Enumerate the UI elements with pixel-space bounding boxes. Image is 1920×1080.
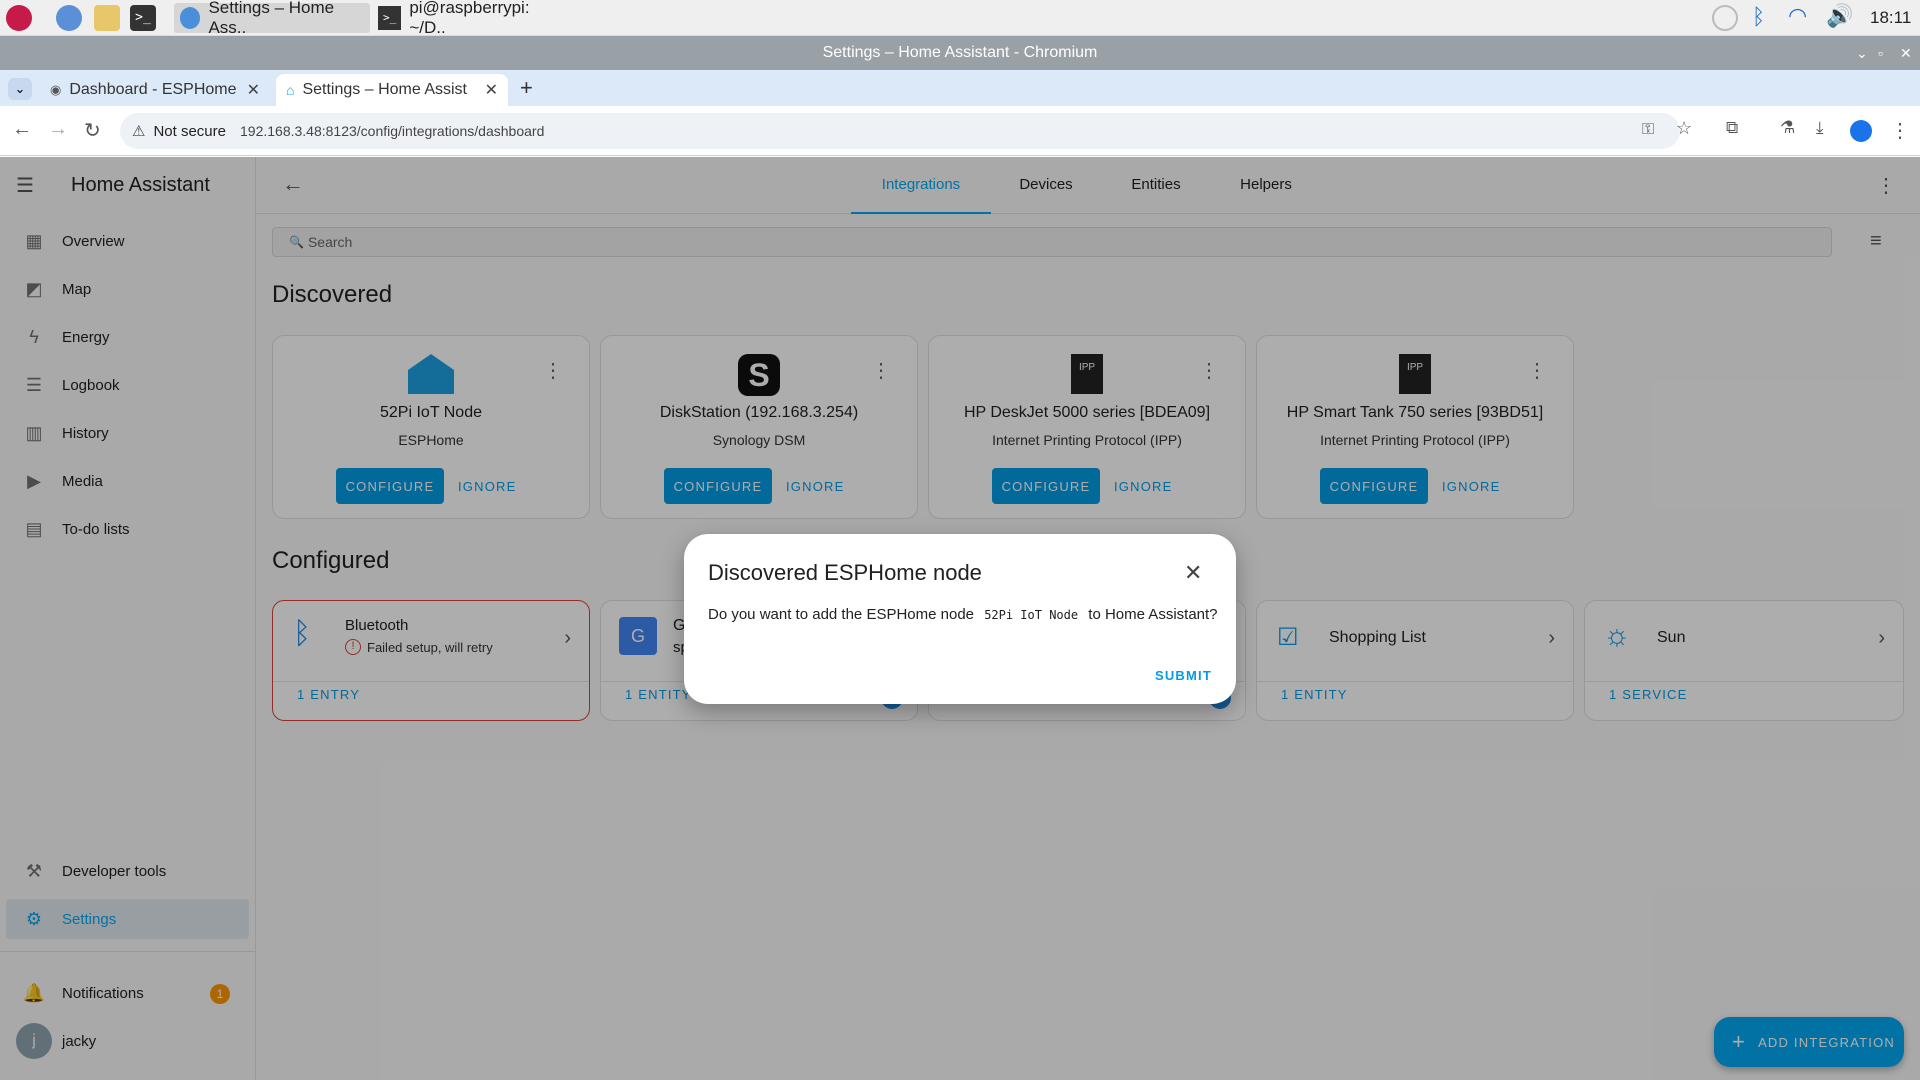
tab-label: Settings – Home Assist	[302, 81, 467, 98]
download-icon[interactable]: ⤓	[1816, 118, 1824, 138]
taskbar-window-chromium[interactable]: Settings – Home Ass..	[174, 0, 370, 37]
volume-icon[interactable]: 🔊	[1826, 3, 1853, 29]
wifi-icon[interactable]: ◠	[1788, 3, 1807, 29]
window-title: Settings – Home Assistant - Chromium	[822, 44, 1098, 61]
tab-search-icon[interactable]: ⌄	[8, 78, 32, 100]
browser-tab-settings[interactable]: ⌂ Settings – Home Assist ✕	[276, 74, 508, 106]
close-window-icon[interactable]: ✕	[1900, 36, 1912, 70]
warning-icon: ⚠	[132, 123, 146, 140]
close-icon[interactable]: ✕	[1184, 560, 1202, 586]
extensions-icon[interactable]: ⧉	[1726, 118, 1738, 138]
sync-icon[interactable]	[1712, 5, 1738, 31]
modal-scrim-topbar[interactable]	[256, 157, 1920, 214]
bluetooth-icon[interactable]: ᛒ	[1752, 4, 1765, 30]
taskbar-window-label: pi@raspberrypi: ~/D..	[409, 0, 530, 37]
browser-tab-strip: ⌄ ◉ Dashboard - ESPHome ✕ ⌂ Settings – H…	[0, 70, 1920, 106]
terminal-icon[interactable]: >_	[130, 5, 156, 31]
browser-toolbar: ← → ↻ ⚠ Not secure 192.168.3.48:8123/con…	[0, 106, 1920, 156]
window-title-bar: Settings – Home Assistant - Chromium ⌄ ▫…	[0, 36, 1920, 70]
dialog-text-after: to Home Assistant?	[1088, 606, 1218, 623]
globe-icon[interactable]	[56, 5, 82, 31]
esphome-tab-icon: ◉	[50, 82, 62, 97]
os-taskbar: >_ Settings – Home Ass.. >_ pi@raspberry…	[0, 0, 1920, 37]
dialog-title: Discovered ESPHome node	[708, 560, 982, 585]
labs-icon[interactable]: ⚗	[1780, 118, 1795, 138]
discovered-node-dialog: Discovered ESPHome node ✕ Do you want to…	[684, 534, 1236, 704]
dialog-message: Do you want to add the ESPHome node 52Pi…	[708, 606, 1218, 623]
terminal-icon: >_	[378, 6, 402, 30]
home-assistant-tab-icon: ⌂	[286, 82, 295, 98]
taskbar-window-terminal[interactable]: >_ pi@raspberrypi: ~/D..	[372, 0, 572, 37]
node-name: 52Pi IoT Node	[984, 608, 1079, 622]
submit-button[interactable]: SUBMIT	[1155, 668, 1212, 683]
reload-icon[interactable]: ↻	[84, 118, 101, 143]
chromium-icon	[180, 7, 201, 29]
address-bar[interactable]: ⚠ Not secure 192.168.3.48:8123/config/in…	[120, 113, 1680, 149]
close-tab-icon[interactable]: ✕	[485, 80, 498, 100]
browser-tab-esphome[interactable]: ◉ Dashboard - ESPHome ✕	[40, 74, 270, 106]
new-tab-icon[interactable]: +	[520, 75, 533, 101]
maximize-icon[interactable]: ▫	[1878, 36, 1883, 70]
forward-arrow-icon[interactable]: →	[48, 118, 68, 141]
url-text[interactable]: 192.168.3.48:8123/config/integrations/da…	[240, 123, 544, 139]
tab-label: Dashboard - ESPHome	[69, 81, 237, 98]
minimize-icon[interactable]: ⌄	[1856, 36, 1868, 70]
clock: 18:11	[1870, 8, 1912, 27]
taskbar-window-label: Settings – Home Ass..	[208, 0, 335, 37]
modal-scrim-sidebar[interactable]	[0, 157, 256, 1080]
raspberry-menu-icon[interactable]	[6, 5, 32, 31]
back-arrow-icon[interactable]: ←	[12, 118, 32, 141]
key-icon[interactable]: ⚿	[1642, 121, 1654, 139]
bookmark-star-icon[interactable]: ☆	[1676, 118, 1692, 139]
chrome-menu-icon[interactable]: ⋮	[1890, 118, 1910, 143]
profile-avatar-icon[interactable]	[1850, 120, 1872, 142]
close-tab-icon[interactable]: ✕	[247, 80, 260, 100]
dialog-text-before: Do you want to add the ESPHome node	[708, 606, 975, 623]
folder-icon[interactable]	[94, 5, 120, 31]
security-label[interactable]: Not secure	[153, 123, 226, 140]
